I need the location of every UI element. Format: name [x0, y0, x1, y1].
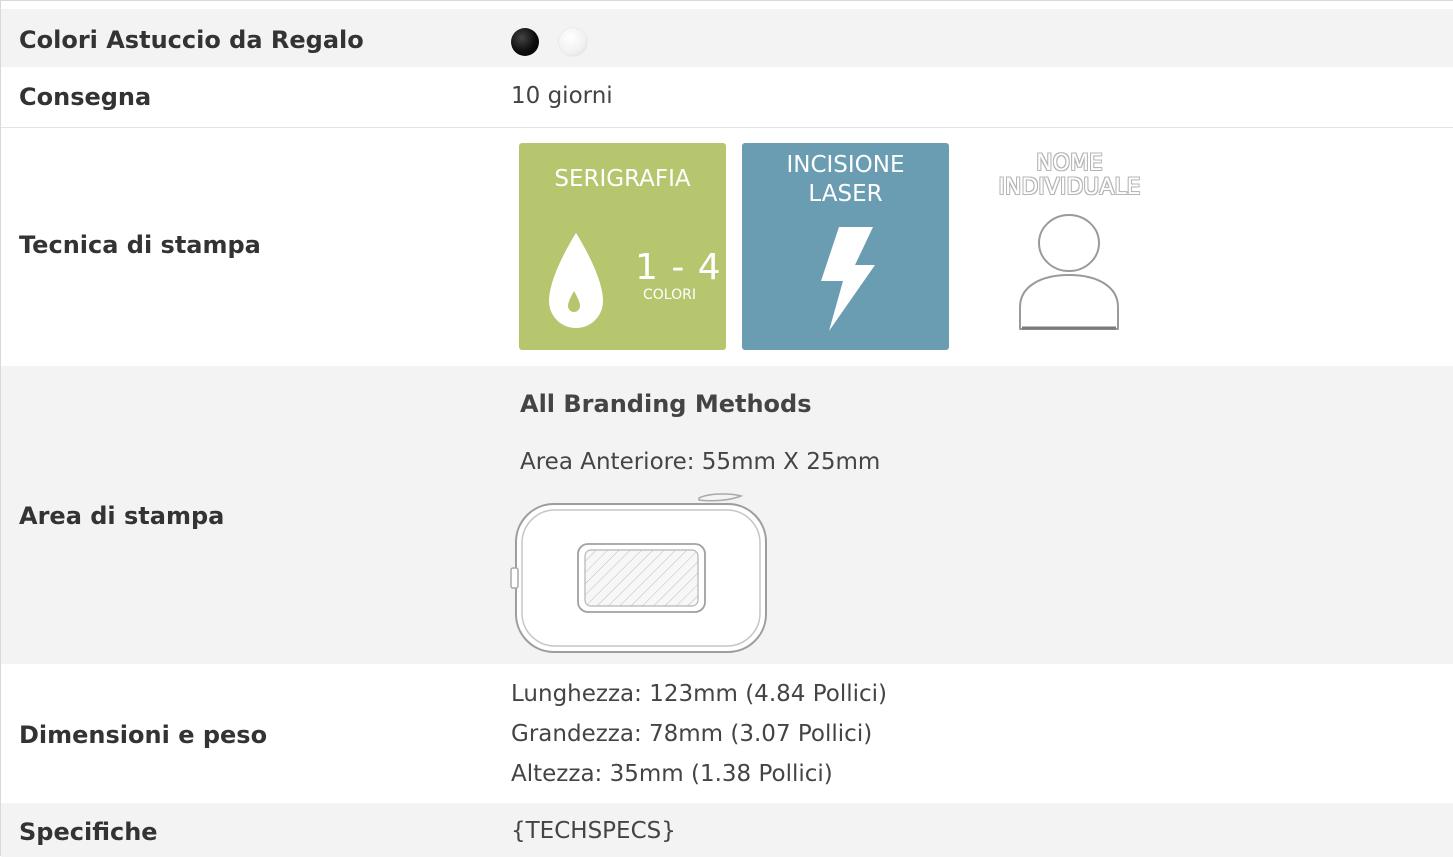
specs-value: {TECHSPECS}	[511, 818, 676, 844]
row-divider	[1, 127, 1453, 128]
nome-title-line1: NOME	[1036, 151, 1103, 176]
spec-row-specs: Specifiche {TECHSPECS}	[1, 803, 1453, 857]
method-tile-nome-individuale[interactable]: NOME INDIVIDUALE	[966, 143, 1173, 350]
nome-title: NOME INDIVIDUALE	[966, 152, 1173, 200]
spec-label-colors: Colori Astuccio da Regalo	[19, 26, 364, 54]
dimension-width: Grandezza: 78mm (3.07 Pollici)	[511, 721, 873, 747]
spec-row-delivery: Consegna 10 giorni	[1, 67, 1453, 127]
serigrafia-colors-unit: COLORI	[643, 287, 696, 303]
nome-title-line2: INDIVIDUALE	[998, 175, 1141, 200]
spec-label-print-area: Area di stampa	[19, 502, 225, 530]
lightning-bolt-icon	[821, 227, 875, 331]
spec-row-colors: Colori Astuccio da Regalo	[1, 9, 1453, 67]
laser-title: INCISIONE LASER	[742, 151, 949, 209]
ink-drop-icon	[549, 233, 603, 328]
person-icon	[1019, 214, 1119, 330]
method-tile-laser[interactable]: INCISIONE LASER	[742, 143, 949, 350]
delivery-value: 10 giorni	[511, 83, 613, 109]
laser-title-line1: INCISIONE	[786, 152, 905, 178]
dimension-height: Altezza: 35mm (1.38 Pollici)	[511, 761, 833, 787]
dimension-length: Lunghezza: 123mm (4.84 Pollici)	[511, 681, 888, 707]
spec-row-technique: Tecnica di stampa SERIGRAFIA 1 - 4 COLOR…	[1, 127, 1453, 366]
spec-row-dimensions: Dimensioni e peso Lunghezza: 123mm (4.84…	[1, 664, 1453, 803]
spec-row-print-area: Area di stampa All Branding Methods Area…	[1, 366, 1453, 664]
laser-title-line2: LASER	[808, 181, 883, 207]
method-tile-serigrafia[interactable]: SERIGRAFIA 1 - 4 COLORI	[519, 143, 726, 350]
color-swatch-black[interactable]	[511, 28, 539, 56]
spec-label-delivery: Consegna	[19, 83, 152, 111]
product-specs-table: Colori Astuccio da Regalo Consegna 10 gi…	[0, 0, 1453, 857]
serigrafia-color-count: 1 - 4	[635, 247, 722, 288]
spec-label-specs: Specifiche	[19, 818, 158, 846]
color-swatch-white[interactable]	[559, 28, 587, 56]
serigrafia-title: SERIGRAFIA	[554, 166, 691, 192]
print-area-heading: All Branding Methods	[520, 390, 812, 418]
print-area-size: Area Anteriore: 55mm X 25mm	[520, 449, 881, 475]
spec-label-technique: Tecnica di stampa	[19, 231, 261, 259]
spec-label-dimensions: Dimensioni e peso	[19, 721, 268, 749]
product-case-outline-icon	[510, 493, 767, 653]
